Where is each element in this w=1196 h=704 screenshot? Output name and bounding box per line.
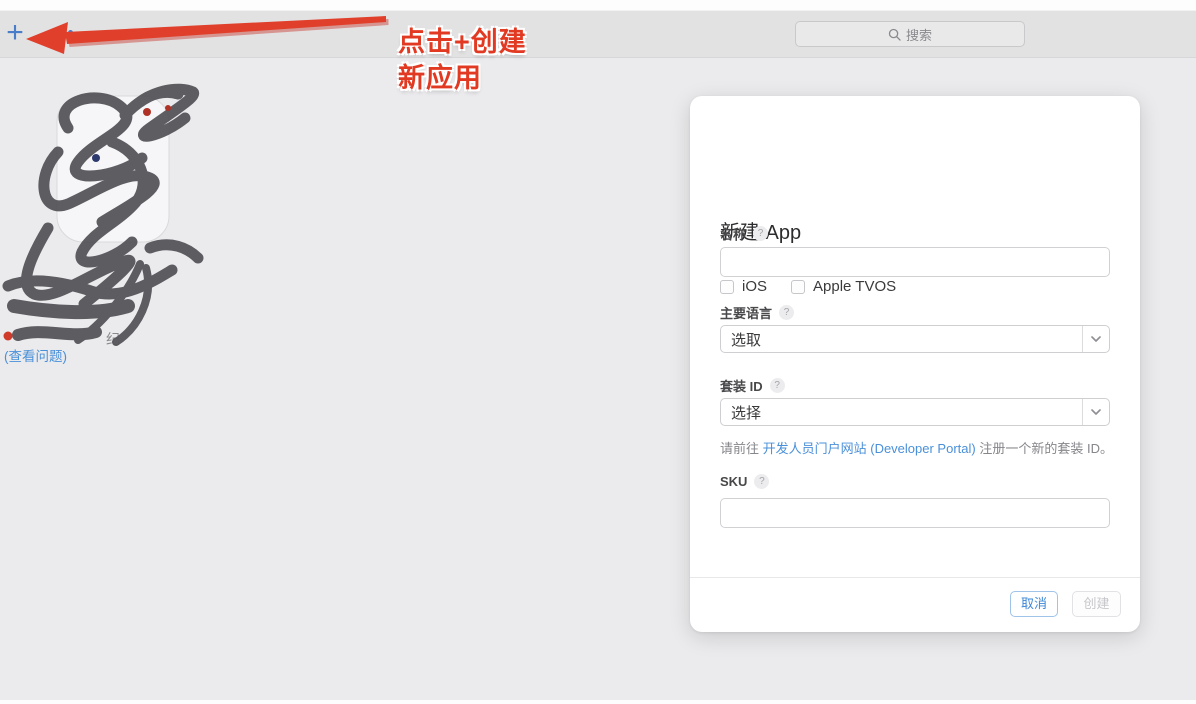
red-speck	[143, 108, 151, 116]
more-options-dots-icon	[50, 30, 73, 35]
dialog-footer-divider	[690, 577, 1140, 578]
name-label: 名称 ?	[720, 224, 768, 243]
name-input[interactable]	[720, 247, 1110, 277]
status-dot	[4, 332, 13, 341]
create-button[interactable]: 创建	[1072, 591, 1121, 617]
primary-language-help-icon[interactable]: ?	[779, 305, 794, 320]
name-help-icon[interactable]: ?	[753, 226, 768, 241]
bundle-id-label: 套装 ID ?	[720, 376, 785, 395]
ios-checkbox-label: iOS	[742, 278, 767, 295]
developer-portal-link[interactable]: 开发人员门户网站 (Developer Portal)	[763, 441, 976, 456]
sku-input[interactable]	[720, 498, 1110, 528]
platform-options: iOS Apple TVOS	[720, 278, 896, 295]
bundle-id-value: 选择	[721, 402, 1082, 423]
chevron-down-icon	[1082, 399, 1109, 425]
app-icon-scribbled[interactable]	[0, 80, 280, 380]
sku-label: SKU ?	[720, 474, 769, 489]
tvos-checkbox-box[interactable]	[791, 280, 805, 294]
view-issues-link[interactable]: (查看问题)	[4, 345, 67, 365]
checkbox-apple-tvos[interactable]: Apple TVOS	[791, 278, 896, 295]
new-app-dialog: 新建 App 平台 ? iOS Apple TVOS 名称 ? 主要语言 ? 选…	[690, 96, 1140, 632]
tvos-checkbox-label: Apple TVOS	[813, 278, 896, 295]
search-placeholder: 搜索	[906, 25, 932, 44]
ios-checkbox-box[interactable]	[720, 280, 734, 294]
chevron-down-icon	[1082, 326, 1109, 352]
blue-speck	[92, 154, 100, 162]
bundle-id-helper: 请前往 开发人员门户网站 (Developer Portal) 注册一个新的套装…	[720, 440, 1120, 458]
top-toolbar: + 搜索	[0, 10, 1196, 58]
bundle-id-select[interactable]: 选择	[720, 398, 1110, 426]
red-speck	[165, 105, 171, 111]
add-app-button[interactable]: +	[2, 19, 28, 49]
search-input[interactable]: 搜索	[795, 21, 1025, 47]
sku-help-icon[interactable]: ?	[754, 474, 769, 489]
search-icon	[888, 28, 901, 41]
bundle-id-help-icon[interactable]: ?	[770, 378, 785, 393]
primary-language-value: 选取	[721, 329, 1082, 350]
primary-language-label: 主要语言 ?	[720, 303, 794, 322]
checkbox-ios[interactable]: iOS	[720, 278, 767, 295]
cancel-button[interactable]: 取消	[1010, 591, 1058, 617]
primary-language-select[interactable]: 选取	[720, 325, 1110, 353]
